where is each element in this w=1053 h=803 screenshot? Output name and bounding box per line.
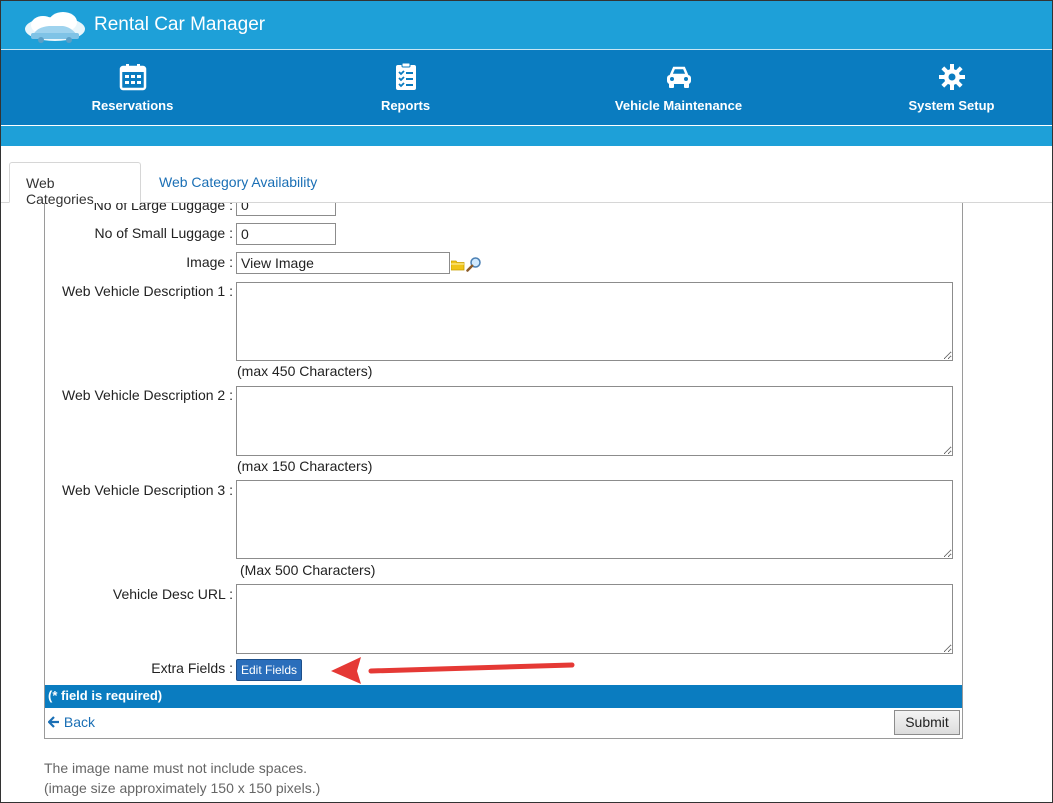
nav-label: System Setup	[908, 98, 995, 113]
image-input[interactable]	[236, 252, 450, 274]
nav-vehicle-maintenance[interactable]: Vehicle Maintenance	[547, 50, 810, 126]
app-title: Rental Car Manager	[94, 14, 266, 35]
desc-url-label: Vehicle Desc URL :	[112, 586, 233, 602]
footnote-image-name: The image name must not include spaces.	[44, 760, 308, 776]
desc3-label: Web Vehicle Description 3 :	[62, 482, 233, 498]
edit-fields-button[interactable]: Edit Fields	[236, 659, 302, 681]
car-icon	[666, 66, 691, 88]
submit-button[interactable]: Submit	[894, 710, 960, 735]
nav-label: Reports	[380, 98, 431, 113]
tab-web-categories[interactable]: Web Categories	[9, 162, 141, 207]
sub-bar	[1, 125, 1052, 146]
nav-reservations[interactable]: Reservations	[1, 50, 264, 126]
tab-strip: Web Categories Web Category Availability	[1, 146, 1052, 207]
desc1-textarea[interactable]	[236, 282, 953, 361]
footnote-image-size: (image size approximately 150 x 150 pixe…	[44, 780, 321, 796]
nav-reports[interactable]: Reports	[274, 50, 537, 126]
desc1-hint: (max 450 Characters)	[237, 363, 373, 379]
extra-fields-label: Extra Fields :	[151, 660, 233, 676]
desc3-textarea[interactable]	[236, 480, 953, 559]
nav-label: Reservations	[91, 98, 174, 113]
gear-icon	[938, 64, 965, 90]
back-link[interactable]: Back	[47, 714, 96, 730]
small-luggage-input[interactable]	[236, 223, 336, 245]
desc1-label: Web Vehicle Description 1 :	[62, 283, 233, 299]
tab-web-category-availability[interactable]: Web Category Availability	[143, 162, 333, 203]
magnifier-icon[interactable]	[466, 256, 482, 272]
top-bar: Rental Car Manager	[1, 1, 1052, 49]
image-label: Image :	[186, 254, 233, 270]
desc2-textarea[interactable]	[236, 386, 953, 456]
desc2-label: Web Vehicle Description 2 :	[62, 387, 233, 403]
annotation-arrow-icon	[331, 657, 575, 684]
calendar-icon	[119, 64, 146, 91]
cloud-car-logo-icon	[25, 12, 85, 43]
nav-label: Vehicle Maintenance	[614, 98, 743, 113]
desc-url-textarea[interactable]	[236, 584, 953, 654]
back-label: Back	[63, 714, 96, 730]
desc3-hint: (Max 500 Characters)	[240, 562, 376, 578]
main-nav: Reservations Reports Vehicle Maintenance	[1, 49, 1052, 125]
desc2-hint: (max 150 Characters)	[237, 458, 373, 474]
arrow-left-icon	[47, 716, 59, 728]
folder-icon[interactable]	[451, 259, 465, 271]
nav-system-setup[interactable]: System Setup	[820, 50, 1053, 126]
large-luggage-label: No of Large Luggage :	[93, 203, 233, 213]
checklist-icon	[395, 62, 416, 90]
large-luggage-input[interactable]	[236, 203, 336, 216]
small-luggage-label: No of Small Luggage :	[94, 225, 233, 241]
